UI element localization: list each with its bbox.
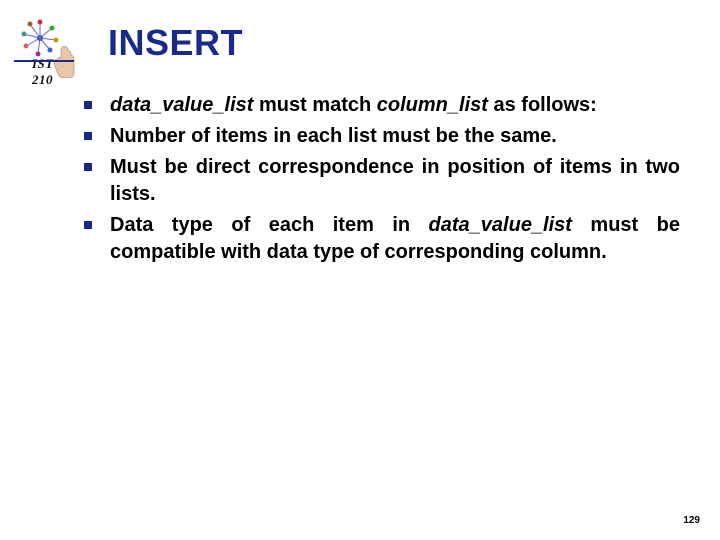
bullet-text-segment: Must be direct correspondence in positio…	[110, 156, 680, 205]
bullet-item: Must be direct correspondence in positio…	[78, 154, 680, 208]
bullet-text-segment: Data type of each item in	[110, 214, 429, 236]
course-logo: IST 210	[18, 18, 76, 76]
bullet-text-segment: data_value_list	[110, 94, 253, 116]
bullet-item: Number of items in each list must be the…	[78, 123, 680, 150]
bullet-item: Data type of each item in data_value_lis…	[78, 212, 680, 266]
bullet-text-segment: must match	[253, 94, 376, 116]
page-number: 129	[683, 515, 700, 526]
header-divider	[14, 60, 74, 62]
bullet-text-segment: data_value_list	[429, 214, 572, 236]
bullet-text-segment: as follows:	[488, 94, 597, 116]
bullet-item: data_value_list must match column_list a…	[78, 92, 680, 119]
bullet-list: data_value_list must match column_list a…	[78, 92, 680, 266]
slide-body: data_value_list must match column_list a…	[78, 92, 680, 270]
bullet-text-segment: Number of items in each list must be the…	[110, 125, 557, 147]
slide: IST 210 INSERT data_value_list must matc…	[0, 0, 720, 540]
slide-title: INSERT	[108, 22, 243, 64]
bullet-text-segment: column_list	[377, 94, 488, 116]
